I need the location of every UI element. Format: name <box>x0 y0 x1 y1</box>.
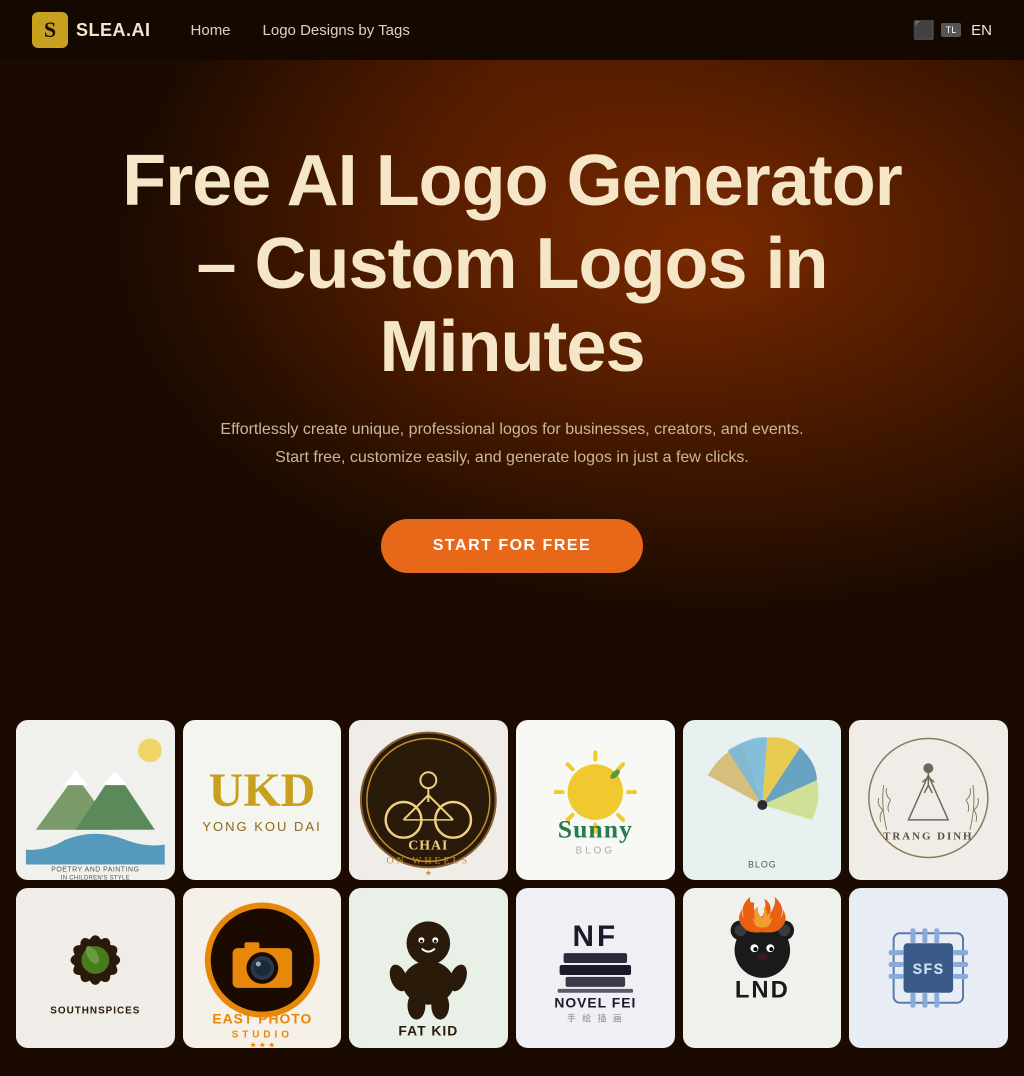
logo-card-ukd[interactable]: UKD YONG KOU DAI <box>183 720 342 880</box>
logo-trang-svg: TRANG DINH <box>849 720 1008 880</box>
hero-section: Free AI Logo Generator – Custom Logos in… <box>0 60 1024 680</box>
logo-chai-svg: CHAI ON WHEELS ★ <box>349 720 508 880</box>
logo-row-1: POETRY AND PAINTING IN CHILDREN'S STYLE … <box>16 720 1008 880</box>
nav-links: Home Logo Designs by Tags <box>191 22 913 39</box>
logo-card-trang[interactable]: TRANG DINH <box>849 720 1008 880</box>
logo-card-sunny[interactable]: Sunny BLOG <box>516 720 675 880</box>
logo-card-lnd[interactable]: LND <box>683 888 842 1048</box>
navbar: S SLEA.AI Home Logo Designs by Tags ⬛ TL… <box>0 0 1024 60</box>
logo-card-chai[interactable]: CHAI ON WHEELS ★ <box>349 720 508 880</box>
svg-text:★ ★ ★: ★ ★ ★ <box>249 1040 275 1048</box>
logo-icon: S <box>32 12 68 48</box>
cta-button[interactable]: START FOR FREE <box>381 519 643 573</box>
svg-text:ON WHEELS: ON WHEELS <box>387 855 471 866</box>
logo-lnd-svg: LND <box>683 888 842 1048</box>
logo-grid-section: POETRY AND PAINTING IN CHILDREN'S STYLE … <box>0 680 1024 1076</box>
logo-card-fat[interactable]: FAT KID <box>349 888 508 1048</box>
logo-sunny-svg: Sunny BLOG <box>516 720 675 880</box>
hero-subtitle: Effortlessly create unique, professional… <box>212 416 812 470</box>
svg-text:★: ★ <box>425 868 432 877</box>
svg-text:TL: TL <box>946 25 957 35</box>
site-logo[interactable]: S SLEA.AI <box>32 12 151 48</box>
logo-book-svg: BLOG <box>683 720 842 880</box>
logo-novel-svg: NF NOVEL FEI 手 绘 插 画 <box>516 888 675 1048</box>
logo-south-svg: SOUTHNSPICES <box>16 888 175 1048</box>
svg-text:SOUTHNSPICES: SOUTHNSPICES <box>50 1006 140 1017</box>
logo-sfs-svg: SFS <box>849 888 1008 1048</box>
logo-card-south[interactable]: SOUTHNSPICES <box>16 888 175 1048</box>
svg-text:POETRY AND PAINTING: POETRY AND PAINTING <box>51 866 139 873</box>
logo-card-sfs[interactable]: SFS <box>849 888 1008 1048</box>
ukd-content: UKD YONG KOU DAI <box>183 720 342 880</box>
svg-text:STUDIO: STUDIO <box>231 1029 292 1040</box>
svg-text:SFS: SFS <box>913 961 945 979</box>
nav-logo-designs[interactable]: Logo Designs by Tags <box>263 22 410 39</box>
logo-east-svg: EAST PHOTO STUDIO ★ ★ ★ <box>183 888 342 1048</box>
logo-card-east[interactable]: EAST PHOTO STUDIO ★ ★ ★ <box>183 888 342 1048</box>
logo-card-book[interactable]: BLOG <box>683 720 842 880</box>
ukd-subtitle: YONG KOU DAI <box>202 819 321 834</box>
nav-home[interactable]: Home <box>191 22 231 39</box>
logo-card-novel[interactable]: NF NOVEL FEI 手 绘 插 画 <box>516 888 675 1048</box>
language-selector[interactable]: ⬛ TL EN <box>913 20 992 41</box>
ukd-monogram: UKD <box>209 767 316 815</box>
svg-text:CHAI: CHAI <box>409 839 449 854</box>
translate-icon-svg: TL <box>941 23 961 37</box>
svg-text:IN CHILDREN'S STYLE: IN CHILDREN'S STYLE <box>61 875 130 880</box>
svg-text:LND: LND <box>735 977 790 1004</box>
logo-card-poetry[interactable]: POETRY AND PAINTING IN CHILDREN'S STYLE <box>16 720 175 880</box>
svg-text:BLOG: BLOG <box>748 859 777 869</box>
svg-text:BLOG: BLOG <box>576 846 615 857</box>
svg-text:TRANG DINH: TRANG DINH <box>884 831 974 843</box>
svg-text:S: S <box>44 17 56 42</box>
translate-icon: ⬛ <box>913 20 935 41</box>
lang-label: EN <box>971 22 992 39</box>
svg-text:Sunny: Sunny <box>558 815 633 844</box>
svg-text:NOVEL FEI: NOVEL FEI <box>554 995 636 1011</box>
svg-text:FAT KID: FAT KID <box>399 1022 459 1038</box>
svg-text:手 绘 插 画: 手 绘 插 画 <box>567 1013 624 1024</box>
logo-wordmark: SLEA.AI <box>76 20 151 41</box>
svg-text:EAST PHOTO: EAST PHOTO <box>212 1011 312 1027</box>
logo-fat-svg: FAT KID <box>349 888 508 1048</box>
svg-text:NF: NF <box>573 920 619 953</box>
hero-title: Free AI Logo Generator – Custom Logos in… <box>120 140 904 388</box>
logo-poetry-svg: POETRY AND PAINTING IN CHILDREN'S STYLE <box>16 720 175 880</box>
logo-row-2: SOUTHNSPICES EAST PHOTO STUD <box>16 888 1008 1048</box>
